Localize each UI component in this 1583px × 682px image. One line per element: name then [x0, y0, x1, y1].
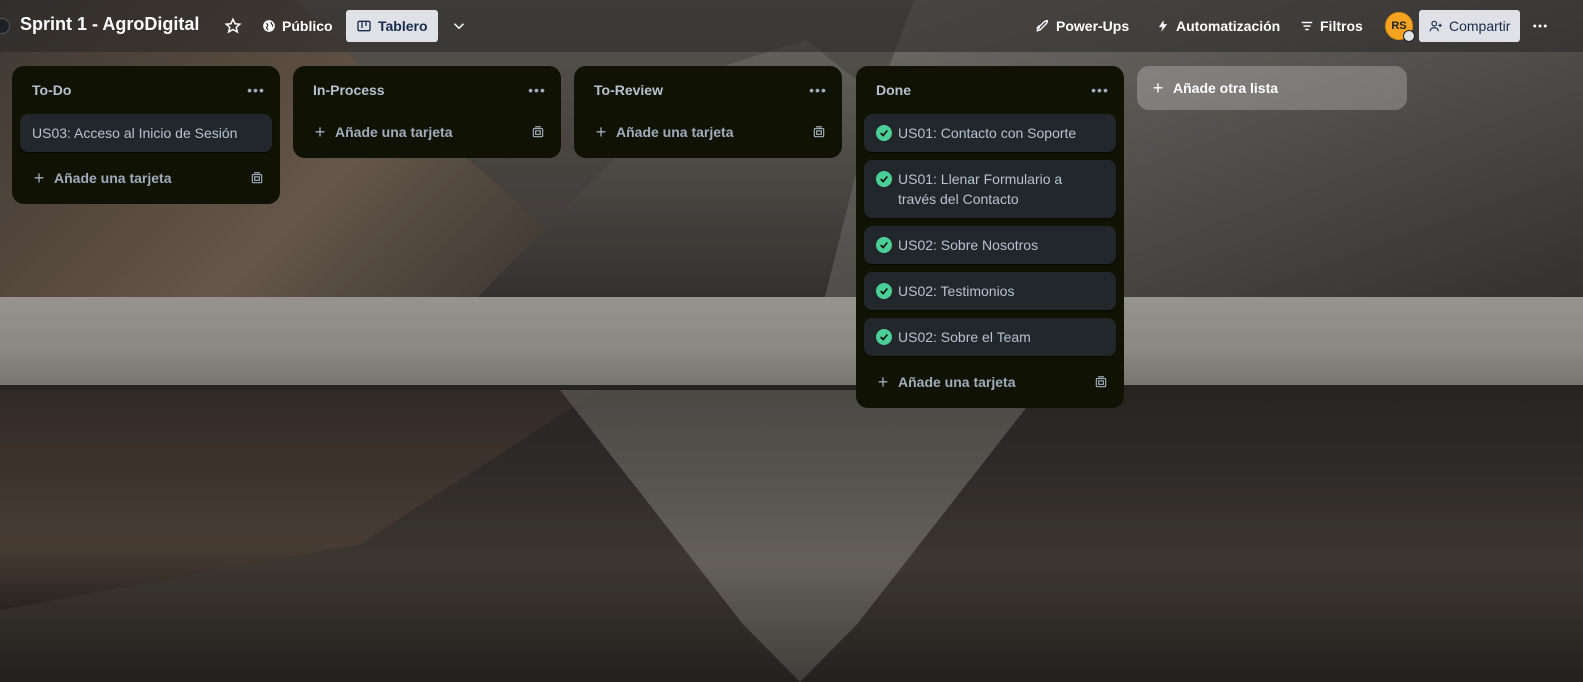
check-complete-icon[interactable]: [876, 171, 892, 187]
star-button[interactable]: [220, 10, 246, 42]
filter-icon: [1301, 21, 1313, 31]
visibility-button[interactable]: Público: [252, 10, 343, 42]
list-header[interactable]: Done •••: [856, 66, 1124, 114]
view-switcher-button[interactable]: [444, 10, 474, 42]
card-title: US02: Sobre Nosotros: [898, 237, 1039, 253]
list-todo: To-Do ••• US03: Acceso al Inicio de Sesi…: [12, 66, 280, 204]
list-menu-icon[interactable]: •••: [806, 82, 830, 98]
template-icon[interactable]: [1094, 375, 1108, 389]
plus-icon: +: [595, 121, 607, 142]
add-card-label: Añade una tarjeta: [54, 170, 172, 186]
add-card-button[interactable]: + Añade una tarjeta: [301, 114, 553, 150]
avatar-initials: RS: [1391, 20, 1407, 32]
lightning-icon: [1158, 20, 1168, 32]
plus-icon: +: [33, 167, 45, 188]
globe-icon: [263, 20, 275, 32]
card-title: US02: Sobre el Team: [898, 329, 1031, 345]
board-header: Sprint 1 - AgroDigital Público Tablero P…: [0, 0, 1583, 52]
template-icon[interactable]: [250, 171, 264, 185]
check-complete-icon[interactable]: [876, 237, 892, 253]
chevron-down-icon: [453, 23, 465, 30]
list-header[interactable]: To-Review •••: [574, 66, 842, 114]
card-title: US01: Contacto con Soporte: [898, 125, 1077, 141]
plus-icon: +: [1152, 77, 1164, 98]
filters-button[interactable]: Filtros: [1290, 10, 1373, 42]
card[interactable]: US01: Contacto con Soporte: [864, 114, 1116, 152]
card-title: US01: Llenar Formulario a través del Con…: [898, 171, 1063, 207]
card[interactable]: US02: Sobre el Team: [864, 318, 1116, 356]
list-header[interactable]: In-Process •••: [293, 66, 561, 114]
template-icon[interactable]: [812, 125, 826, 139]
plus-icon: +: [877, 371, 889, 392]
list-menu-icon[interactable]: •••: [525, 82, 549, 98]
list-title[interactable]: In-Process: [313, 82, 385, 98]
template-icon[interactable]: [531, 125, 545, 139]
plus-icon: +: [314, 121, 326, 142]
share-label: Compartir: [1449, 18, 1511, 34]
admin-badge-icon: [1403, 30, 1415, 42]
list-title[interactable]: To-Review: [594, 82, 663, 98]
list-in-process: In-Process ••• + Añade una tarjeta: [293, 66, 561, 158]
card[interactable]: US02: Testimonios: [864, 272, 1116, 310]
add-card-label: Añade una tarjeta: [335, 124, 453, 140]
more-icon: [1533, 24, 1547, 28]
board-view-button[interactable]: Tablero: [346, 10, 438, 42]
card[interactable]: US01: Llenar Formulario a través del Con…: [864, 160, 1116, 218]
board-title[interactable]: Sprint 1 - AgroDigital: [20, 14, 199, 35]
list-title[interactable]: Done: [876, 82, 911, 98]
list-title[interactable]: To-Do: [32, 82, 71, 98]
list-to-review: To-Review ••• + Añade una tarjeta: [574, 66, 842, 158]
list-header[interactable]: To-Do •••: [12, 66, 280, 114]
automation-button[interactable]: Automatización: [1146, 10, 1290, 42]
list-done: Done ••• US01: Contacto con Soporte US01…: [856, 66, 1124, 408]
card[interactable]: US02: Sobre Nosotros: [864, 226, 1116, 264]
add-card-button[interactable]: + Añade una tarjeta: [864, 364, 1116, 400]
add-card-label-group: + Añade una tarjeta: [594, 121, 734, 143]
share-button[interactable]: Compartir: [1419, 10, 1521, 42]
visibility-label: Público: [282, 18, 333, 34]
powerups-label: Power-Ups: [1056, 18, 1130, 34]
check-complete-icon[interactable]: [876, 283, 892, 299]
powerups-button[interactable]: Power-Ups: [1024, 10, 1139, 42]
check-complete-icon[interactable]: [876, 329, 892, 345]
add-list-button[interactable]: + Añade otra lista: [1137, 66, 1407, 110]
add-card-label: Añade una tarjeta: [898, 374, 1016, 390]
sidebar-toggle[interactable]: [0, 18, 10, 34]
add-user-icon: [1429, 20, 1442, 32]
add-card-button[interactable]: + Añade una tarjeta: [20, 160, 272, 196]
rocket-icon: [1036, 19, 1049, 32]
card-list: US03: Acceso al Inicio de Sesión: [12, 114, 280, 152]
card-title: US02: Testimonios: [898, 283, 1015, 299]
star-icon: [224, 17, 242, 34]
list-menu-icon[interactable]: •••: [244, 82, 268, 98]
automation-label: Automatización: [1176, 18, 1281, 34]
avatar[interactable]: RS: [1385, 12, 1415, 42]
board-view-label: Tablero: [378, 18, 428, 34]
add-list-label: Añade otra lista: [1173, 80, 1279, 96]
add-card-label-group: + Añade una tarjeta: [876, 371, 1016, 393]
card[interactable]: US03: Acceso al Inicio de Sesión: [20, 114, 272, 152]
add-card-label-group: + Añade una tarjeta: [313, 121, 453, 143]
card-list: US01: Contacto con Soporte US01: Llenar …: [856, 114, 1124, 356]
card-title: US03: Acceso al Inicio de Sesión: [32, 125, 238, 141]
add-card-button[interactable]: + Añade una tarjeta: [582, 114, 834, 150]
check-complete-icon[interactable]: [876, 125, 892, 141]
more-button[interactable]: [1525, 10, 1555, 42]
filters-label: Filtros: [1320, 18, 1363, 34]
add-card-label-group: + Añade una tarjeta: [32, 167, 172, 189]
add-card-label: Añade una tarjeta: [616, 124, 734, 140]
list-menu-icon[interactable]: •••: [1088, 82, 1112, 98]
board-icon: [357, 20, 371, 32]
